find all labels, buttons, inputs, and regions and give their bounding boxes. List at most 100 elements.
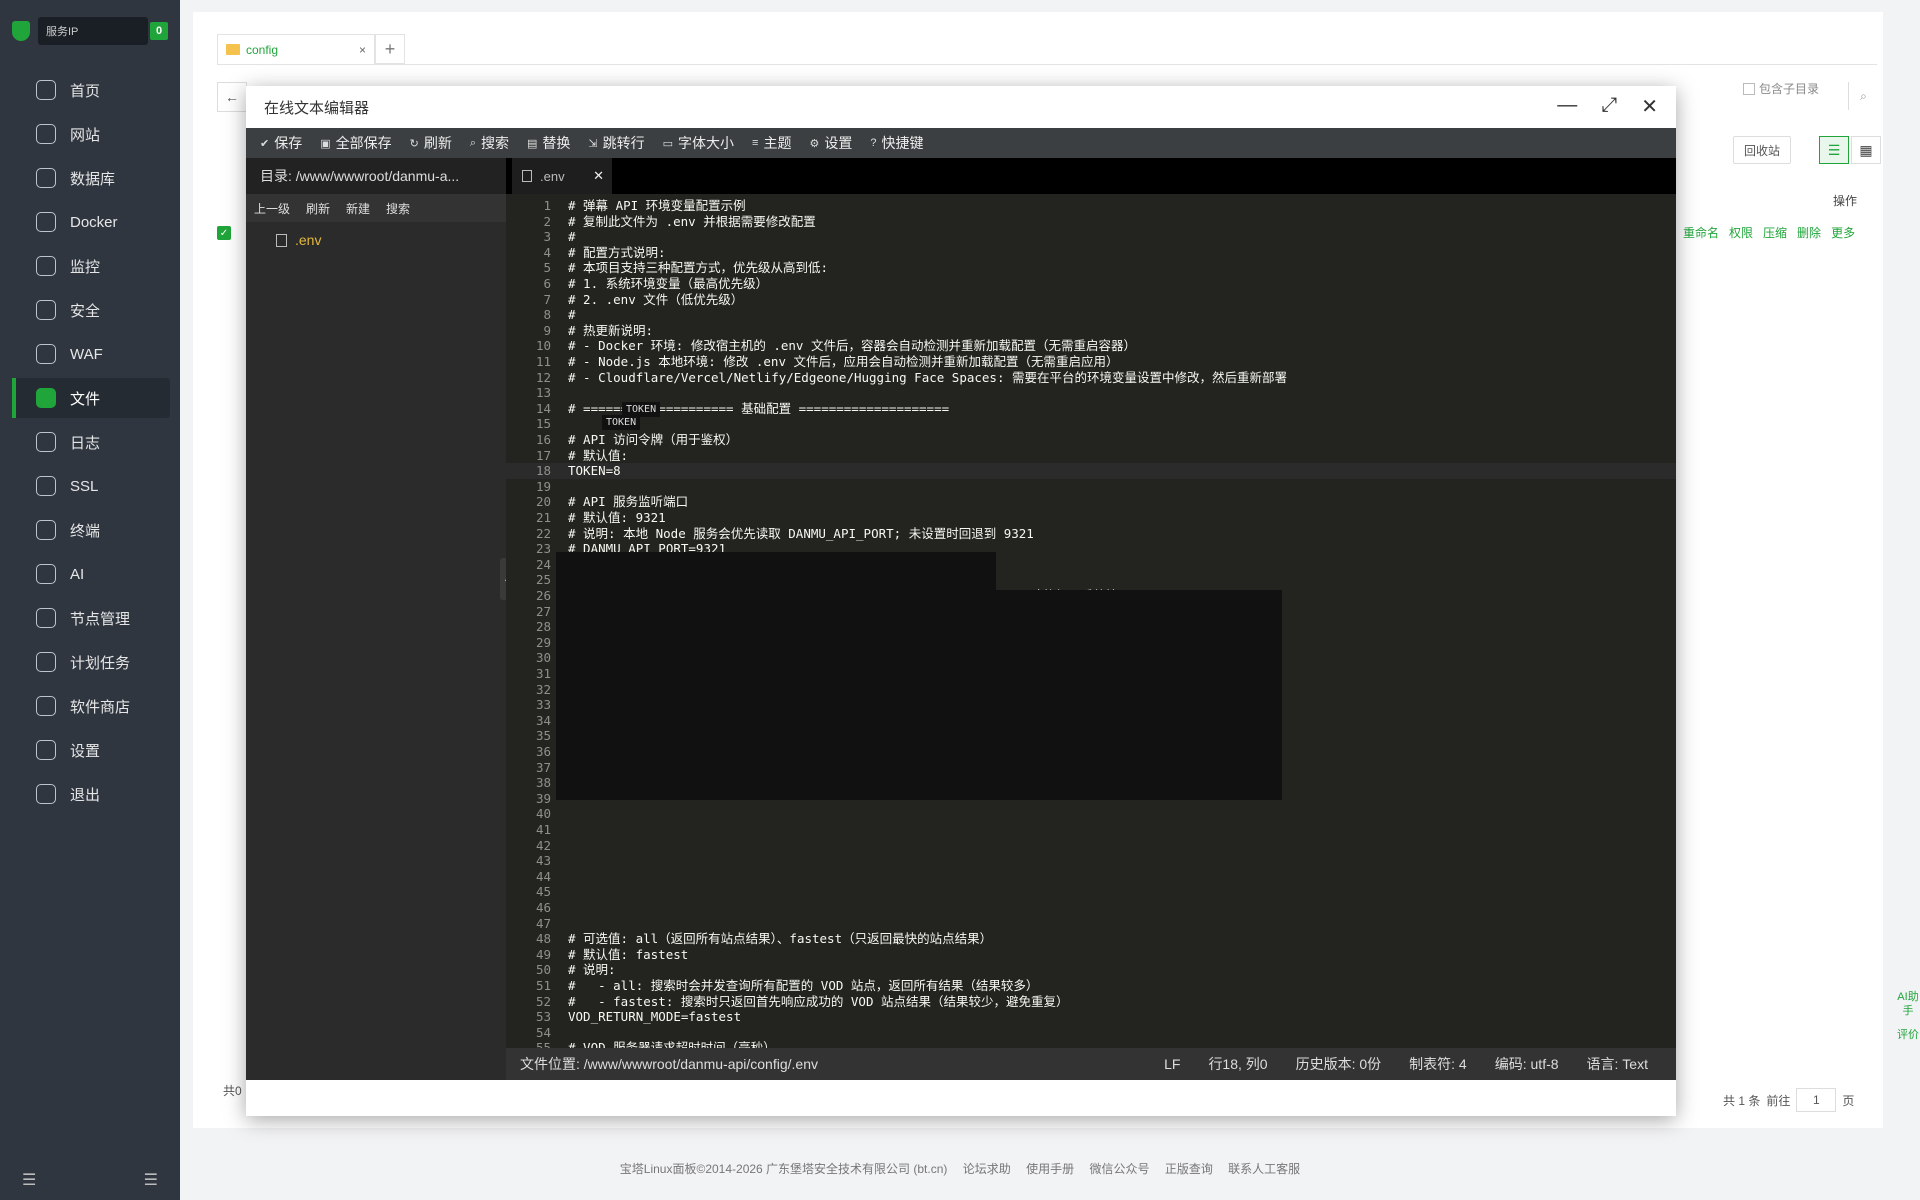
code-line[interactable]: 1 # 弹幕 API 环境变量配置示例: [506, 198, 1676, 214]
sidebar-item-home[interactable]: 首页: [12, 70, 170, 110]
sidebar-item-database[interactable]: 数据库: [12, 158, 170, 198]
code-area[interactable]: 55 # VOD 服务器请求超时时间（毫秒） 54 53 VOD_RETURN_MODE…: [506, 194, 1676, 1048]
minimize-icon[interactable]: —: [1557, 94, 1577, 119]
permission-link[interactable]: 权限: [1729, 224, 1753, 241]
footer-link-manual[interactable]: 使用手册: [1026, 1162, 1074, 1176]
delete-link[interactable]: 删除: [1797, 224, 1821, 241]
sidebar-item-nodes[interactable]: 节点管理: [12, 598, 170, 638]
code-line[interactable]: 22 # 说明: 本地 Node 服务会优先读取 DANMU_API_PORT; …: [506, 526, 1676, 542]
toolbar-button-refresh[interactable]: ↻ 刷新: [406, 128, 466, 158]
footer-link-forum[interactable]: 论坛求助: [963, 1162, 1011, 1176]
code-line[interactable]: 41: [506, 822, 1676, 838]
code-line[interactable]: 48 # 可选值: all（返回所有站点结果）、fastest（只返回最快的站点结…: [506, 931, 1676, 947]
sidebar-item-docker[interactable]: Docker: [12, 202, 170, 242]
toolbar-button-search[interactable]: ⌕ 搜索: [466, 128, 523, 158]
editor-tab-env[interactable]: .env ✕: [512, 158, 612, 194]
code-line[interactable]: 49 # 默认值: fastest: [506, 947, 1676, 963]
code-line[interactable]: 51 # - all: 搜索时会并发查询所有配置的 VOD 站点，返回所有结果（结…: [506, 978, 1676, 994]
footer-link-wechat[interactable]: 微信公众号: [1089, 1162, 1149, 1176]
sidebar-item-monitor[interactable]: 监控: [12, 246, 170, 286]
sidebar-item-security[interactable]: 安全: [12, 290, 170, 330]
sidebar-item-terminal[interactable]: 终端: [12, 510, 170, 550]
back-arrow-icon[interactable]: ←: [217, 82, 247, 112]
review-label[interactable]: 评价: [1896, 1028, 1920, 1042]
toolbar-button-gear[interactable]: ⚙ 设置: [805, 128, 866, 158]
toolbar-button-save-all[interactable]: ▣ 全部保存: [316, 128, 405, 158]
server-ip[interactable]: 服务IP: [38, 17, 148, 45]
code-line[interactable]: 6 # 1. 系统环境变量（最高优先级）: [506, 276, 1676, 292]
dir-refresh-button[interactable]: 刷新: [298, 200, 338, 217]
recycle-bin-button[interactable]: 回收站: [1733, 136, 1792, 164]
sidebar-item-files[interactable]: 文件: [12, 378, 170, 418]
toolbar-button-font[interactable]: ▭ 字体大小: [659, 128, 748, 158]
line-ending[interactable]: LF: [1164, 1056, 1180, 1072]
toolbar-button-check[interactable]: ✔ 保存: [256, 128, 316, 158]
code-line[interactable]: 54: [506, 1025, 1676, 1041]
maximize-icon[interactable]: ⤢: [1601, 94, 1617, 119]
footer-link-support[interactable]: 联系人工客服: [1228, 1162, 1300, 1176]
close-icon[interactable]: ✕: [1641, 94, 1658, 119]
code-line[interactable]: 20 # API 服务监听端口: [506, 494, 1676, 510]
code-line[interactable]: 44: [506, 869, 1676, 885]
code-line[interactable]: 55 # VOD 服务器请求超时时间（毫秒）: [506, 1040, 1676, 1048]
footer-link-license[interactable]: 正版查询: [1165, 1162, 1213, 1176]
language[interactable]: 语言: Text: [1587, 1054, 1648, 1074]
toolbar-button-replace[interactable]: ▤ 替换: [523, 128, 584, 158]
notification-badge[interactable]: 0: [150, 22, 169, 40]
row-checkbox[interactable]: ✓: [217, 226, 231, 240]
code-line[interactable]: 10 # - Docker 环境: 修改宿主机的 .env 文件后，容器会自动检测…: [506, 338, 1676, 354]
code-line[interactable]: 8 #: [506, 307, 1676, 323]
code-line[interactable]: 53 VOD_RETURN_MODE=fastest: [506, 1009, 1676, 1025]
code-line[interactable]: 12 # - Cloudflare/Vercel/Netlify/Edgeone/…: [506, 370, 1676, 386]
list-view-icon[interactable]: ☰: [1819, 136, 1849, 164]
sidebar-item-ai[interactable]: AI: [12, 554, 170, 594]
close-tab-icon[interactable]: ×: [359, 43, 366, 57]
code-line[interactable]: 5 # 本项目支持三种配置方式，优先级从高到低:: [506, 260, 1676, 276]
code-line[interactable]: 19: [506, 479, 1676, 495]
file-item-env[interactable]: .env: [246, 232, 506, 248]
toolbar-button-jump[interactable]: ⇲ 跳转行: [584, 128, 658, 158]
code-line[interactable]: 4 # 配置方式说明:: [506, 245, 1676, 261]
code-line[interactable]: 15: [506, 416, 1676, 432]
code-line[interactable]: 14 # ==================== 基础配置 ==========…: [506, 401, 1676, 417]
ai-assistant-widget[interactable]: AI助手 评价: [1896, 990, 1920, 1042]
code-line[interactable]: 7 # 2. .env 文件（低优先级）: [506, 292, 1676, 308]
ai-assistant-label[interactable]: AI助手: [1896, 990, 1920, 1018]
checkbox-icon[interactable]: [1743, 82, 1755, 95]
toolbar-button-help[interactable]: ? 快捷键: [866, 128, 937, 158]
tab-size[interactable]: 制表符: 4: [1409, 1054, 1467, 1074]
code-line[interactable]: 9 # 热更新说明:: [506, 323, 1676, 339]
code-line[interactable]: 2 # 复制此文件为 .env 并根据需要修改配置: [506, 214, 1676, 230]
tab-config[interactable]: config ×: [217, 34, 375, 64]
sidebar-item-appstore[interactable]: 软件商店: [12, 686, 170, 726]
search-icon[interactable]: ⌕: [1848, 82, 1878, 110]
grid-view-icon[interactable]: ▦: [1851, 136, 1881, 164]
code-line[interactable]: 13: [506, 385, 1676, 401]
code-line[interactable]: 3 #: [506, 229, 1676, 245]
code-line[interactable]: 16 # API 访问令牌（用于鉴权）: [506, 432, 1676, 448]
code-line[interactable]: 18 TOKEN=8: [506, 463, 1676, 480]
code-line[interactable]: 50 # 说明:: [506, 962, 1676, 978]
include-subdir-checkbox[interactable]: 包含子目录: [1743, 80, 1819, 97]
rename-link[interactable]: 重命名: [1683, 224, 1719, 241]
sidebar-item-cron[interactable]: 计划任务: [12, 642, 170, 682]
code-line[interactable]: 43: [506, 853, 1676, 869]
page-input[interactable]: 1: [1796, 1088, 1837, 1112]
toolbar-button-theme[interactable]: ≡ 主题: [748, 128, 805, 158]
code-line[interactable]: 40: [506, 806, 1676, 822]
up-level-button[interactable]: 上一级: [246, 200, 298, 217]
add-tab-button[interactable]: +: [375, 34, 405, 64]
close-tab-icon[interactable]: ✕: [593, 168, 604, 184]
code-line[interactable]: 11 # - Node.js 本地环境: 修改 .env 文件后，应用会自动检测并…: [506, 354, 1676, 370]
code-line[interactable]: 47: [506, 916, 1676, 932]
code-line[interactable]: 46: [506, 900, 1676, 916]
sidebar-item-ssl[interactable]: SSL: [12, 466, 170, 506]
code-line[interactable]: 21 # 默认值: 9321: [506, 510, 1676, 526]
encoding[interactable]: 编码: utf-8: [1495, 1054, 1559, 1074]
new-file-button[interactable]: 新建: [338, 200, 378, 217]
sidebar-item-logs[interactable]: 日志: [12, 422, 170, 462]
compress-link[interactable]: 压缩: [1763, 224, 1787, 241]
code-line[interactable]: 17 # 默认值:: [506, 448, 1676, 464]
sidebar-item-waf[interactable]: WAF: [12, 334, 170, 374]
history-versions[interactable]: 历史版本: 0份: [1296, 1054, 1382, 1074]
